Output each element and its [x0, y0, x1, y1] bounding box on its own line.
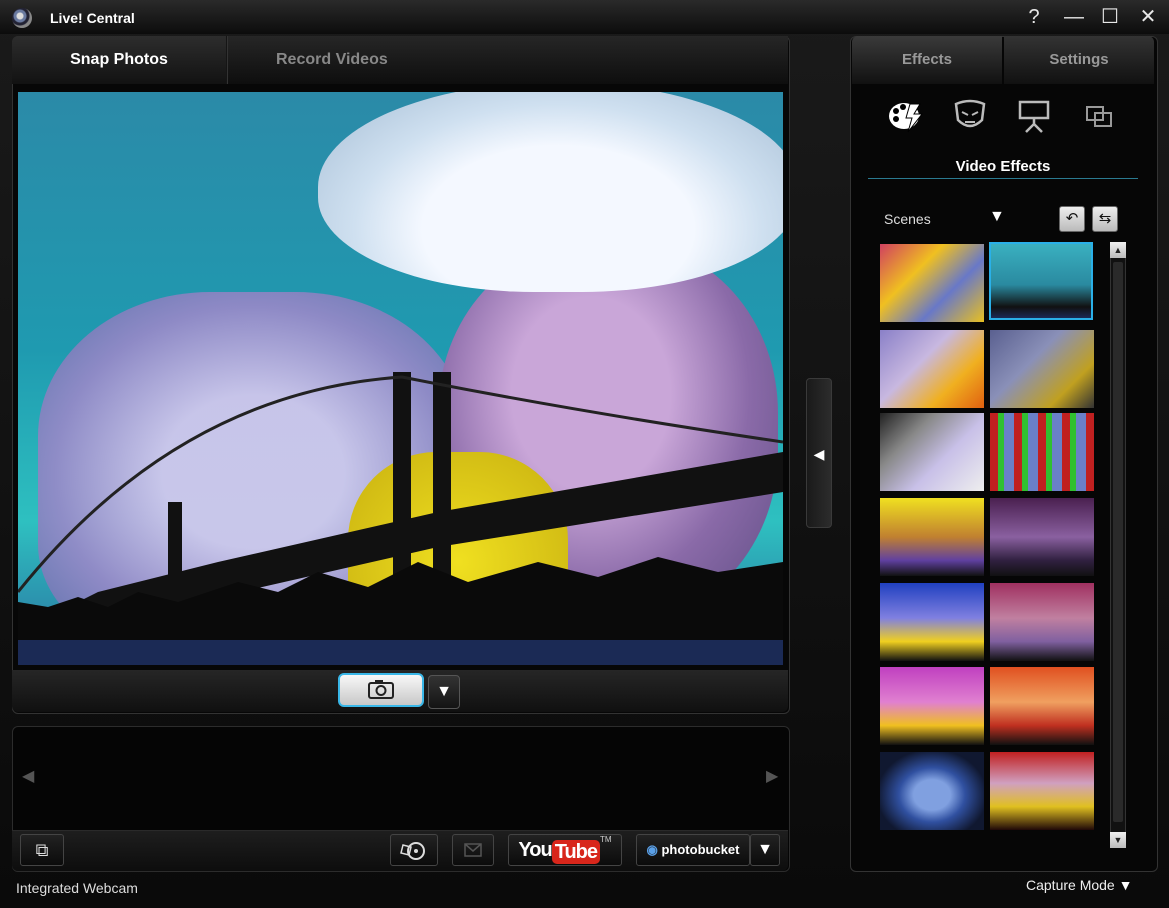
- chevron-down-icon: ▼: [1118, 877, 1133, 893]
- capture-mode-select[interactable]: Capture Mode ▼: [1026, 877, 1132, 893]
- tab-effects[interactable]: Effects: [852, 36, 1002, 84]
- section-divider: [868, 178, 1138, 179]
- photobucket-label: photobucket: [661, 842, 740, 857]
- video-effects-share-button[interactable]: [390, 834, 438, 866]
- gallery-prev-arrow[interactable]: ◀: [22, 766, 34, 786]
- film-reel-icon: [400, 842, 425, 860]
- email-icon: [464, 843, 482, 857]
- photobucket-upload-button[interactable]: ◉ photobucket: [636, 834, 750, 866]
- effect-thumbnail-carnival[interactable]: [880, 498, 984, 576]
- palette-lightning-icon[interactable]: [886, 98, 926, 134]
- gallery-next-arrow[interactable]: ▶: [766, 766, 778, 786]
- minimize-button[interactable]: —: [1060, 4, 1088, 30]
- effect-thumbnail-jail-bars[interactable]: [990, 413, 1094, 491]
- photobucket-camera-icon: ◉: [646, 842, 658, 857]
- tab-settings[interactable]: Settings: [1004, 36, 1154, 84]
- bridge-skyline-overlay: [18, 372, 783, 665]
- effect-thumbnail-moon-night[interactable]: [990, 498, 1094, 576]
- capture-options-dropdown[interactable]: ▼: [428, 675, 460, 709]
- youtube-logo-tube: Tube: [551, 839, 601, 864]
- main-tabs: Snap Photos Record Videos: [12, 36, 788, 84]
- window-title: Live! Central: [50, 10, 135, 26]
- scroll-down-button[interactable]: ▼: [1110, 832, 1126, 848]
- effect-thumbnail-ufo[interactable]: [880, 752, 984, 830]
- windows-icon: ⧉: [35, 840, 49, 860]
- close-button[interactable]: ✕: [1134, 4, 1162, 30]
- maximize-button[interactable]: ☐: [1096, 4, 1124, 30]
- effect-thumbnail-city-orange[interactable]: [880, 330, 984, 408]
- snap-photo-button[interactable]: [338, 673, 424, 707]
- collapse-panel-handle[interactable]: ◀: [806, 378, 832, 528]
- effect-thumbnail-theater[interactable]: [990, 752, 1094, 830]
- scroll-up-button[interactable]: ▲: [1110, 242, 1126, 258]
- youtube-tm: TM: [600, 835, 612, 844]
- open-folder-button[interactable]: ⧉: [20, 834, 64, 866]
- youtube-upload-button[interactable]: You TubeTM: [508, 834, 622, 866]
- presentation-board-icon[interactable]: [1014, 98, 1054, 134]
- effect-category-select[interactable]: Scenes: [884, 211, 931, 227]
- effect-thumbnail-paris[interactable]: [990, 583, 1094, 661]
- effect-thumbnail-night-grey[interactable]: [990, 330, 1094, 408]
- help-button[interactable]: ?: [1020, 4, 1048, 30]
- capture-mode-label: Capture Mode: [1026, 877, 1115, 893]
- title-bar: Live! Central ? — ☐ ✕: [0, 0, 1169, 34]
- scrollbar-thumb[interactable]: [1113, 262, 1123, 822]
- tab-snap-photos[interactable]: Snap Photos: [12, 36, 226, 84]
- camera-icon: [368, 680, 394, 699]
- webcam-logo-icon: [12, 8, 32, 28]
- import-effect-button[interactable]: ⇆: [1092, 206, 1118, 232]
- chevron-down-icon[interactable]: ▼: [989, 208, 1005, 226]
- tab-record-videos[interactable]: Record Videos: [227, 36, 788, 84]
- device-name: Integrated Webcam: [16, 880, 138, 896]
- webcam-preview: [18, 92, 783, 665]
- effect-thumbnail-bridge[interactable]: [989, 242, 1093, 320]
- effect-thumbnail-comic-frame[interactable]: [880, 413, 984, 491]
- youtube-logo-you: You: [518, 839, 552, 861]
- frames-icon[interactable]: [1080, 98, 1120, 134]
- face-mask-icon[interactable]: [950, 98, 990, 134]
- video-effects-title: Video Effects: [955, 158, 1051, 175]
- effect-thumbnail-party[interactable]: [880, 244, 984, 322]
- share-more-dropdown[interactable]: ▼: [750, 834, 780, 866]
- app-window: Live! Central ? — ☐ ✕ Snap Photos Record…: [0, 0, 1169, 908]
- undo-effect-button[interactable]: ↶: [1059, 206, 1085, 232]
- effect-thumbnail-ferris-wheel[interactable]: [880, 667, 984, 745]
- email-button[interactable]: [452, 834, 494, 866]
- effect-thumbnail-sunset-city[interactable]: [990, 667, 1094, 745]
- effect-thumbnail-blue-city[interactable]: [880, 583, 984, 661]
